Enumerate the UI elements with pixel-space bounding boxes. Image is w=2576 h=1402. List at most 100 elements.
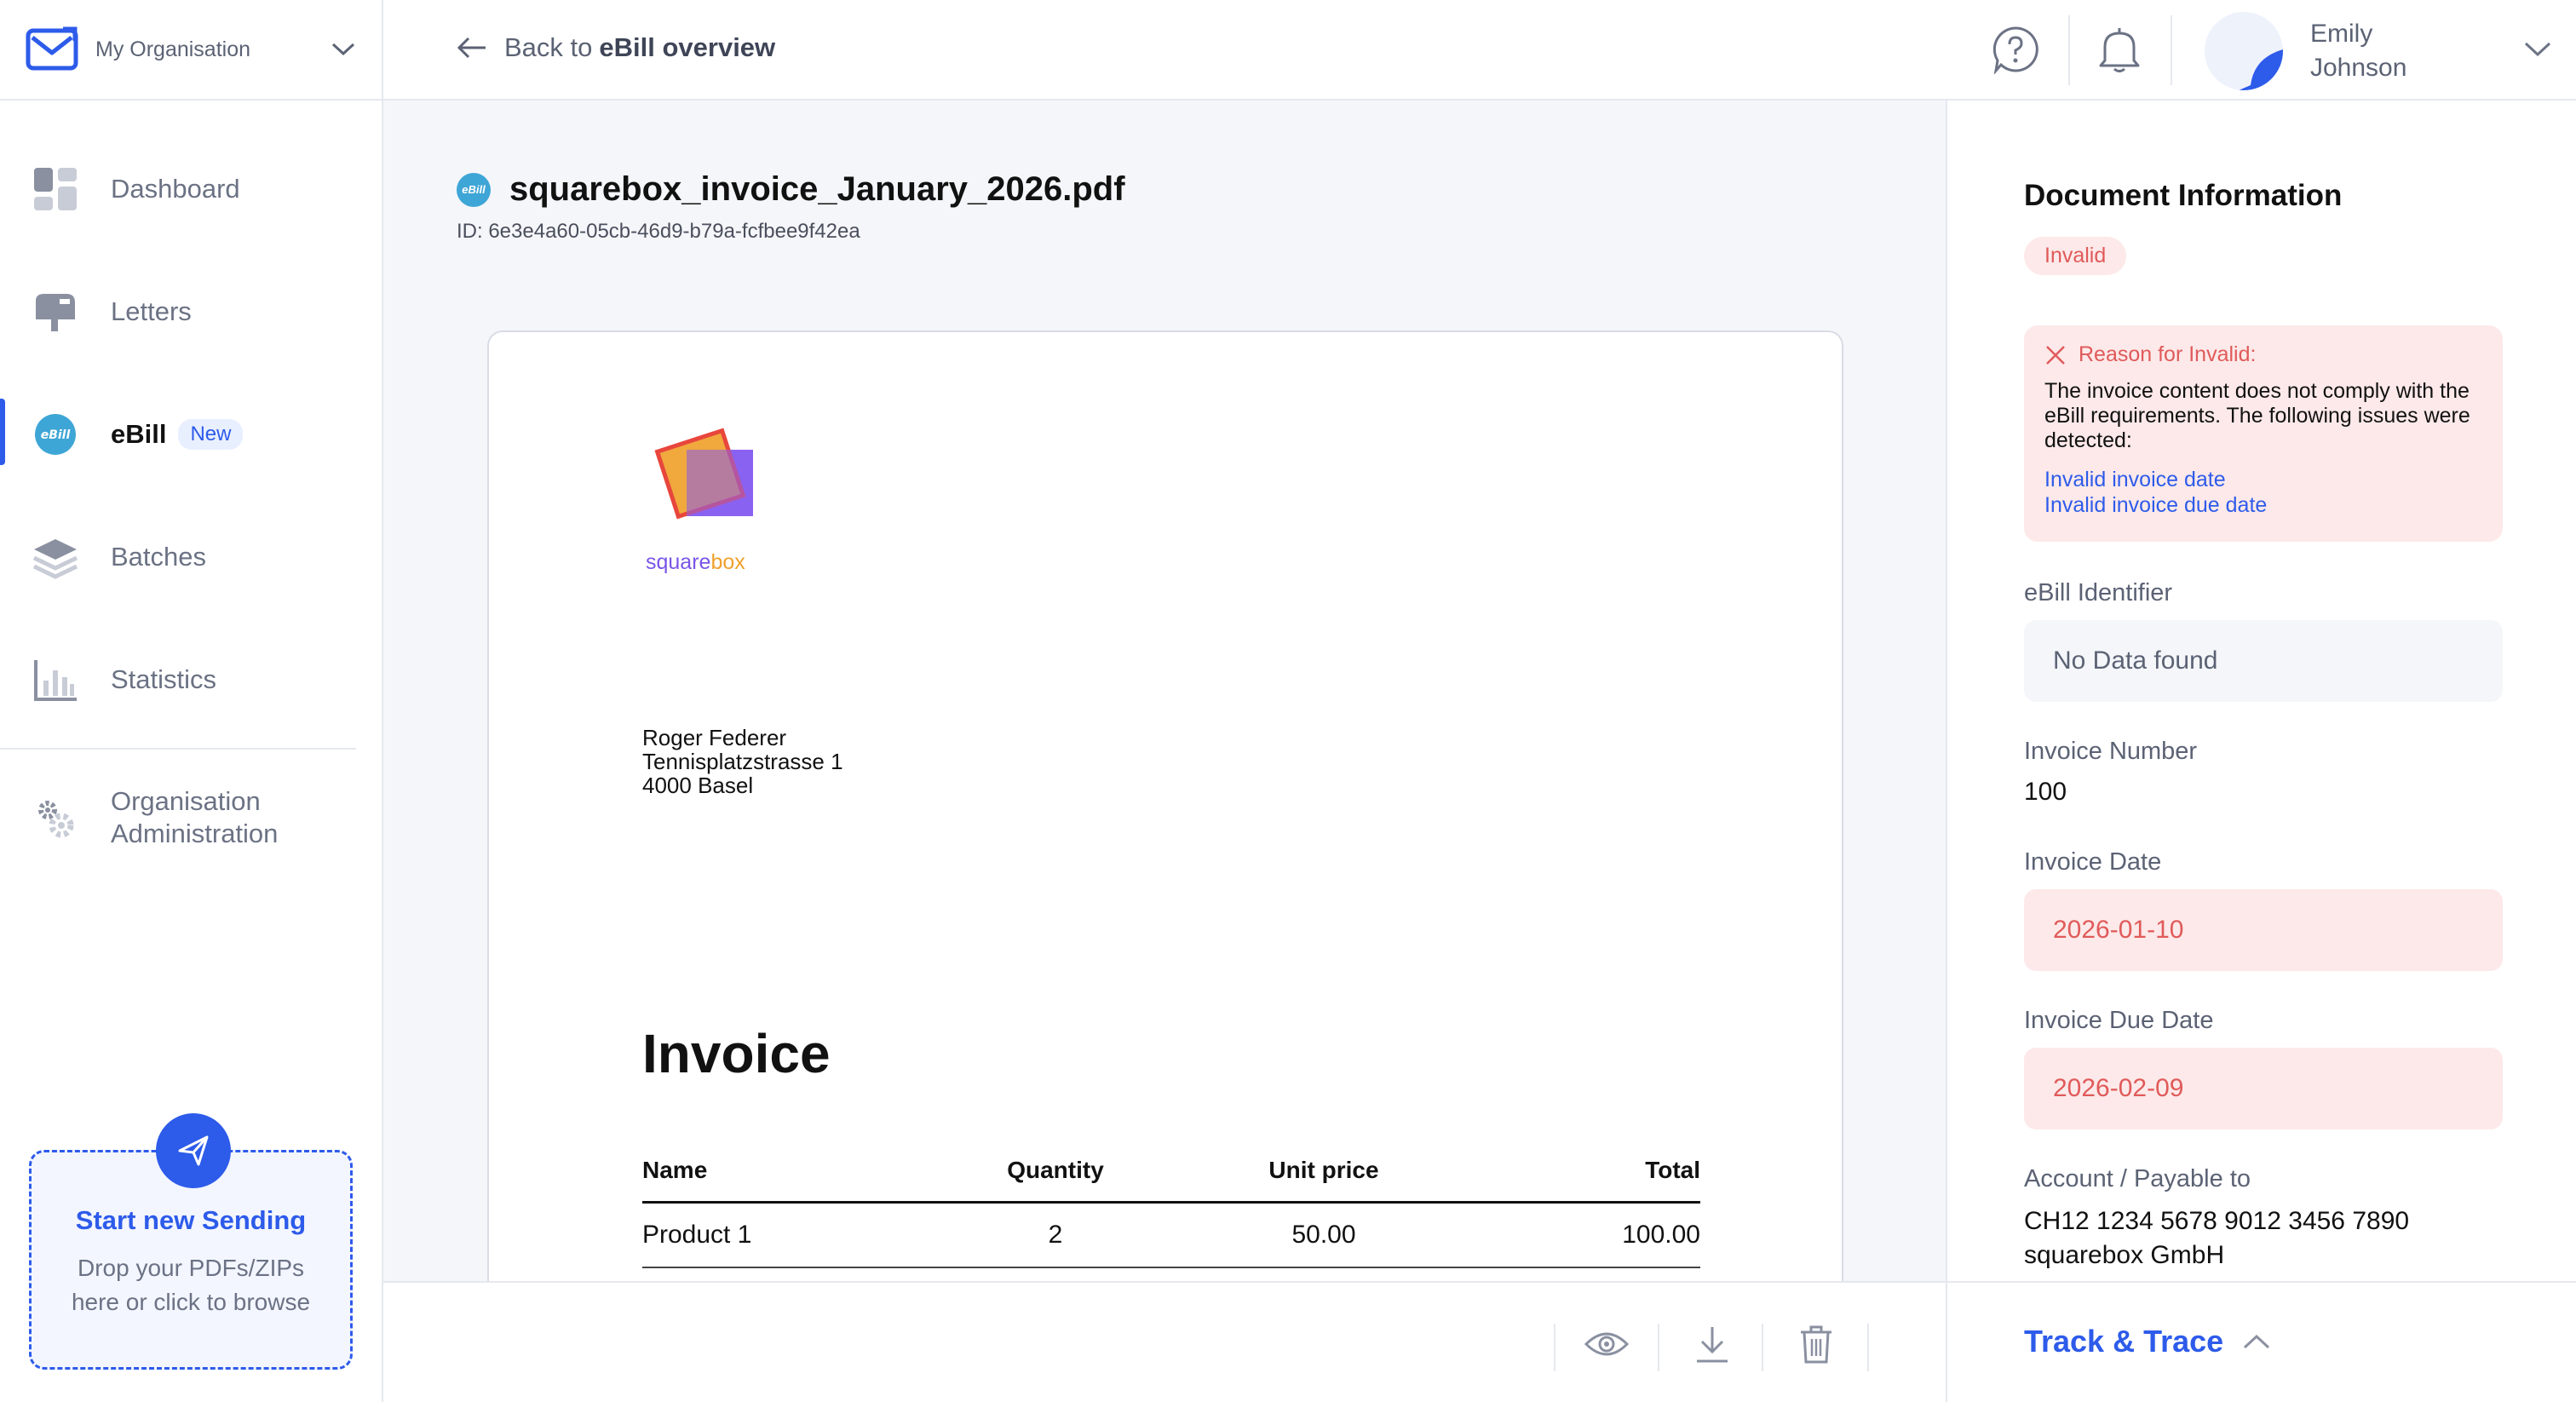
chevron-up-icon — [2244, 1334, 2270, 1349]
invoice-number-label: Invoice Number — [2024, 738, 2198, 765]
track-and-trace-bar: Track & Trace — [1946, 1281, 2576, 1402]
nav-label-dashboard: Dashboard — [111, 174, 240, 204]
help-icon — [1992, 26, 2038, 74]
nav-label-statistics: Statistics — [111, 664, 217, 694]
eye-icon — [1584, 1332, 1629, 1356]
panel-title: Document Information — [2024, 179, 2343, 212]
user-first-name: Emily — [2310, 20, 2373, 48]
sidebar: My Organisation Dashboard Letters eBill … — [0, 0, 383, 1402]
nav-item-ebill[interactable]: eBill eBill New — [0, 373, 383, 496]
user-menu[interactable]: Emily Johnson — [2205, 12, 2447, 90]
cell-unit-price: 50.00 — [1162, 1202, 1486, 1268]
address-line: Tennisplatzstrasse 1 — [642, 749, 843, 774]
send-button[interactable] — [156, 1113, 231, 1188]
reason-description: The invoice content does not comply with… — [2044, 379, 2470, 452]
invalid-reason-box: Reason for Invalid: The invoice content … — [2024, 325, 2503, 542]
wordmark-part1: square — [646, 550, 711, 574]
document-information-panel: Document Information Invalid Reason for … — [1946, 101, 2576, 1281]
organisation-switcher[interactable]: My Organisation — [0, 0, 382, 101]
layers-icon — [32, 534, 78, 580]
column-header-total: Total — [1486, 1148, 1700, 1204]
column-header-unit-price: Unit price — [1162, 1148, 1486, 1204]
table-header-row: Name Quantity Unit price Total — [642, 1148, 1700, 1204]
download-icon — [1697, 1327, 1728, 1363]
preview-button[interactable] — [1581, 1319, 1632, 1370]
nav-item-batches[interactable]: Batches — [0, 496, 383, 618]
topbar-separator — [2068, 15, 2070, 85]
nav-label-organisation-administration: Organisation Administration — [111, 785, 278, 850]
paper-plane-icon — [178, 1135, 209, 1166]
cell-quantity: 2 — [949, 1202, 1162, 1268]
ebill-identifier-field: No Data found — [2024, 620, 2503, 702]
account-value: CH12 1234 5678 9012 3456 7890 squarebox … — [2024, 1204, 2409, 1273]
address-line: Roger Federer — [642, 725, 787, 750]
document-viewer: eBill squarebox_invoice_January_2026.pdf… — [383, 101, 1947, 1281]
upload-hint-line2: here or click to browse — [71, 1289, 311, 1315]
chevron-down-icon[interactable] — [2523, 41, 2552, 58]
notifications-button[interactable] — [2092, 22, 2147, 77]
avatar — [2205, 12, 2283, 90]
ebill-icon: eBill — [32, 411, 78, 457]
user-name: Emily Johnson — [2310, 17, 2447, 85]
nav-item-statistics[interactable]: Statistics — [0, 618, 383, 741]
organisation-name: My Organisation — [95, 37, 251, 61]
nav-label-org-line1: Organisation — [111, 786, 261, 816]
squarebox-wordmark: squarebox — [646, 550, 745, 575]
nav-item-dashboard[interactable]: Dashboard — [0, 128, 383, 250]
back-link[interactable]: Back to eBill overview — [457, 32, 775, 63]
delete-button[interactable] — [1791, 1319, 1842, 1370]
nav-item-organisation-administration[interactable]: Organisation Administration — [0, 756, 383, 879]
account-holder: squarebox GmbH — [2024, 1241, 2225, 1269]
issue-link-invoice-date[interactable]: Invalid invoice date — [2044, 467, 2482, 492]
squarebox-logo-icon — [654, 428, 753, 520]
account-label: Account / Payable to — [2024, 1165, 2251, 1192]
main-navigation: Dashboard Letters eBill eBill New Batche… — [0, 128, 383, 879]
upload-dropzone[interactable]: Start new Sending Drop your PDFs/ZIPs he… — [29, 1113, 353, 1370]
track-and-trace-toggle[interactable]: Track & Trace — [2024, 1324, 2271, 1359]
action-separator — [1658, 1324, 1659, 1371]
gear-icon — [32, 795, 78, 841]
invoice-due-date-field: 2026-02-09 — [2024, 1048, 2503, 1129]
help-button[interactable] — [1988, 22, 2043, 77]
chevron-down-icon — [331, 43, 355, 56]
track-and-trace-label: Track & Trace — [2024, 1324, 2224, 1359]
nav-divider — [0, 748, 356, 750]
invoice-date-label: Invoice Date — [2024, 848, 2162, 876]
cell-name: Product 1 — [642, 1202, 949, 1268]
invoice-number-value: 100 — [2024, 778, 2067, 806]
document-title: eBill squarebox_invoice_January_2026.pdf — [457, 170, 1125, 209]
dashboard-icon — [32, 166, 78, 212]
action-separator — [1554, 1324, 1555, 1371]
topbar: Back to eBill overview Emily Johnson — [383, 0, 2576, 101]
invoice-items-table: Name Quantity Unit price Total Product 1… — [642, 1148, 1700, 1268]
trash-icon — [1801, 1325, 1831, 1364]
back-target: eBill overview — [599, 32, 776, 62]
nav-item-letters[interactable]: Letters — [0, 250, 383, 373]
mail-logo-icon — [26, 26, 78, 71]
action-separator — [1867, 1324, 1869, 1371]
bell-icon — [2099, 28, 2140, 72]
nav-label-org-line2: Administration — [111, 819, 279, 848]
ebill-badge-icon: eBill — [457, 172, 491, 207]
nav-label-letters: Letters — [111, 296, 192, 326]
nav-label-ebill: eBill — [111, 419, 167, 449]
cell-total: 100.00 — [1486, 1202, 1700, 1268]
reason-header: Reason for Invalid: — [2044, 342, 2482, 367]
user-last-name: Johnson — [2310, 54, 2407, 82]
upload-hint-line1: Drop your PDFs/ZIPs — [77, 1255, 305, 1281]
issue-list: Invalid invoice date Invalid invoice due… — [2044, 467, 2482, 518]
address-line: 4000 Basel — [642, 773, 754, 798]
new-badge: New — [178, 419, 244, 450]
upload-hint: Drop your PDFs/ZIPs here or click to bro… — [32, 1251, 350, 1319]
nav-label-batches: Batches — [111, 542, 207, 572]
upload-title: Start new Sending — [75, 1205, 307, 1235]
mailbox-icon — [32, 289, 78, 335]
arrow-left-icon — [457, 37, 486, 59]
issue-link-invoice-due-date[interactable]: Invalid invoice due date — [2044, 492, 2482, 518]
topbar-separator — [2171, 15, 2172, 85]
download-button[interactable] — [1687, 1319, 1738, 1370]
invoice-heading: Invoice — [642, 1023, 831, 1084]
invoice-preview[interactable]: squarebox Roger Federer Tennisplatzstras… — [487, 330, 1843, 1281]
status-badge: Invalid — [2024, 237, 2127, 275]
column-header-quantity: Quantity — [949, 1148, 1162, 1204]
